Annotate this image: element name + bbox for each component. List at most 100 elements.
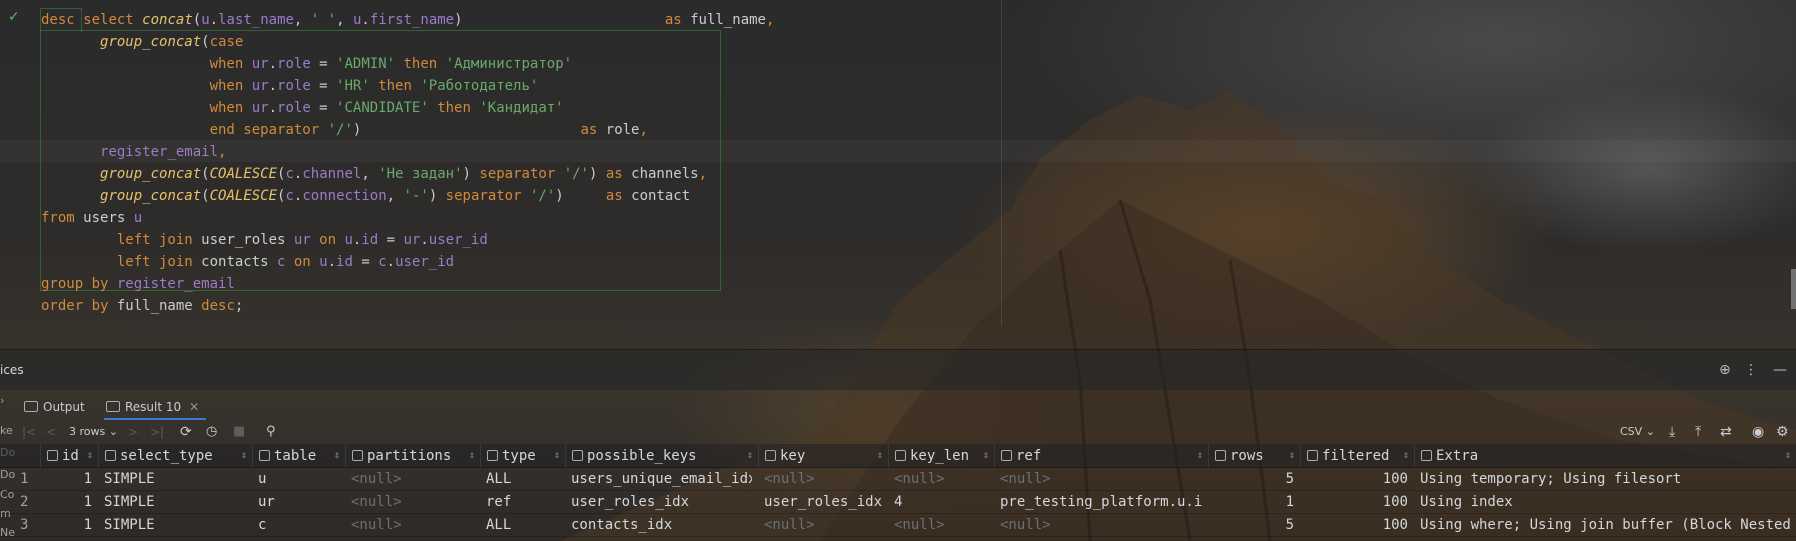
refresh-icon[interactable]: ⟳ [180, 424, 192, 440]
table-cell[interactable]: <null> [351, 468, 474, 491]
first-page-icon[interactable]: |< [22, 424, 36, 440]
table-cell[interactable]: <null> [351, 491, 474, 514]
sql-code[interactable]: desc select concat(u.last_name, ' ', u.f… [41, 9, 774, 317]
table-cell[interactable]: pre_testing_platform.u.id [1000, 491, 1202, 514]
code-line[interactable]: register_email, [41, 141, 774, 163]
code-line[interactable]: group_concat(case [41, 31, 774, 53]
table-row[interactable]: 1 1 SIMPLE u <null> ALL users_unique_email_idx… [0, 468, 1796, 491]
more-vertical-icon[interactable]: ⋮ [1744, 362, 1758, 378]
upload-icon[interactable]: ⤒ [1695, 424, 1701, 440]
table-cell[interactable]: <null> [1000, 468, 1202, 491]
sort-icon[interactable]: ⇕ [983, 444, 989, 468]
table-cell[interactable]: <null> [764, 468, 882, 491]
table-cell[interactable]: SIMPLE [104, 514, 246, 537]
table-cell[interactable]: ref [486, 491, 559, 514]
table-cell[interactable]: Using index [1420, 491, 1790, 514]
code-line[interactable]: order by full_name desc; [41, 295, 774, 317]
sort-icon[interactable]: ⇕ [1403, 444, 1409, 468]
column-header-select-type[interactable]: select_type ⇕ [98, 444, 252, 468]
table-cell[interactable]: users_unique_email_idx [571, 468, 752, 491]
table-cell[interactable]: 1 [46, 491, 92, 514]
sort-icon[interactable]: ⇕ [1197, 444, 1203, 468]
column-header-type[interactable]: type ⇕ [480, 444, 565, 468]
code-line[interactable]: left join user_roles ur on u.id = ur.use… [41, 229, 774, 251]
code-line[interactable]: when ur.role = 'HR' then 'Работодатель' [41, 75, 774, 97]
crosshair-icon[interactable]: ⊕ [1719, 362, 1731, 378]
column-header-ref[interactable]: ref ⇕ [994, 444, 1208, 468]
sort-icon[interactable]: ⇕ [334, 444, 340, 468]
table-cell[interactable]: 100 [1306, 491, 1408, 514]
column-header-extra[interactable]: Extra ⇕ [1414, 444, 1796, 468]
table-row[interactable]: 3 1 SIMPLE c <null> ALL contacts_idx <null> <nul… [0, 514, 1796, 537]
table-cell[interactable]: 1 [46, 514, 92, 537]
table-cell[interactable]: SIMPLE [104, 491, 246, 514]
column-header-possible-keys[interactable]: possible_keys ⇕ [565, 444, 758, 468]
last-page-icon[interactable]: >| [150, 424, 164, 440]
table-cell[interactable]: 5 [1214, 468, 1294, 491]
editor-scrollbar[interactable] [1791, 269, 1796, 309]
table-cell[interactable]: 5 [1214, 514, 1294, 537]
tab-output[interactable]: Output [24, 394, 85, 420]
transpose-icon[interactable]: ⇄ [1720, 424, 1732, 440]
sort-icon[interactable]: ⇕ [241, 444, 247, 468]
column-header-key-len[interactable]: key_len ⇕ [888, 444, 994, 468]
close-icon[interactable]: ✕ [189, 400, 199, 414]
table-cell[interactable]: 100 [1306, 514, 1408, 537]
table-cell[interactable]: 1 [46, 468, 92, 491]
sort-icon[interactable]: ⇕ [1785, 444, 1791, 468]
code-line[interactable]: desc select concat(u.last_name, ' ', u.f… [41, 9, 774, 31]
history-icon[interactable]: ◷ [206, 424, 217, 440]
code-line[interactable]: group_concat(COALESCE(c.connection, '-')… [41, 185, 774, 207]
sort-icon[interactable]: ⇕ [877, 444, 883, 468]
eye-icon[interactable]: ◉ [1752, 424, 1764, 440]
column-header-table[interactable]: table ⇕ [252, 444, 345, 468]
table-cell[interactable]: <null> [764, 514, 882, 537]
code-line[interactable]: group by register_email [41, 273, 774, 295]
export-format-dropdown[interactable]: CSV ⌄ [1620, 424, 1655, 440]
table-cell[interactable]: user_roles_idx [571, 491, 752, 514]
table-cell[interactable]: ALL [486, 468, 559, 491]
table-cell[interactable]: SIMPLE [104, 468, 246, 491]
sort-icon[interactable]: ⇕ [469, 444, 475, 468]
code-line[interactable]: when ur.role = 'CANDIDATE' then 'Кандида… [41, 97, 774, 119]
code-line[interactable]: group_concat(COALESCE(c.channel, 'Не зад… [41, 163, 774, 185]
table-cell[interactable]: <null> [351, 514, 474, 537]
column-header-rows[interactable]: rows ⇕ [1208, 444, 1300, 468]
download-icon[interactable]: ⤓ [1669, 424, 1675, 440]
sql-editor[interactable]: ✓ desc select concat(u.last_name, ' ', u… [0, 0, 1796, 326]
table-cell[interactable]: Using temporary; Using filesort [1420, 468, 1790, 491]
minimize-icon[interactable]: — [1773, 362, 1787, 378]
table-cell[interactable]: contacts_idx [571, 514, 752, 537]
code-line[interactable]: when ur.role = 'ADMIN' then 'Администрат… [41, 53, 774, 75]
gear-icon[interactable]: ⚙ [1776, 424, 1789, 440]
table-cell[interactable]: ALL [486, 514, 559, 537]
stop-icon[interactable]: ■ [233, 424, 245, 440]
table-cell[interactable]: <null> [894, 514, 988, 537]
table-cell[interactable]: u [258, 468, 339, 491]
column-header-key[interactable]: key ⇕ [758, 444, 888, 468]
table-cell[interactable]: <null> [894, 468, 988, 491]
table-cell[interactable]: <null> [1000, 514, 1202, 537]
rows-dropdown[interactable]: 3 rows ⌄ [69, 424, 118, 440]
code-line[interactable]: left join contacts c on u.id = c.user_id [41, 251, 774, 273]
sort-icon[interactable]: ⇕ [554, 444, 560, 468]
pin-icon[interactable]: ⚲ [266, 424, 276, 440]
result-grid[interactable]: id ⇕ select_type ⇕ table ⇕ partitions ⇕ type ⇕ pos… [0, 444, 1796, 537]
table-row[interactable]: 2 1 SIMPLE ur <null> ref user_roles_idx user_ro… [0, 491, 1796, 514]
table-cell[interactable]: c [258, 514, 339, 537]
prev-page-icon[interactable]: < [46, 424, 56, 440]
table-cell[interactable]: user_roles_idx [764, 491, 882, 514]
table-cell[interactable]: 4 [894, 491, 988, 514]
column-header-filtered[interactable]: filtered ⇕ [1300, 444, 1414, 468]
sort-icon[interactable]: ⇕ [1289, 444, 1295, 468]
code-line[interactable]: end separator '/') as role, [41, 119, 774, 141]
table-cell[interactable]: 100 [1306, 468, 1408, 491]
sort-icon[interactable]: ⇕ [87, 444, 93, 468]
tab-result[interactable]: Result 10 ✕ [106, 394, 199, 420]
column-header-partitions[interactable]: partitions ⇕ [345, 444, 480, 468]
column-header-id[interactable]: id ⇕ [40, 444, 98, 468]
next-page-icon[interactable]: > [128, 424, 138, 440]
code-line[interactable]: from users u [41, 207, 774, 229]
table-cell[interactable]: ur [258, 491, 339, 514]
table-cell[interactable]: Using where; Using join buffer (Block Ne… [1420, 514, 1790, 537]
